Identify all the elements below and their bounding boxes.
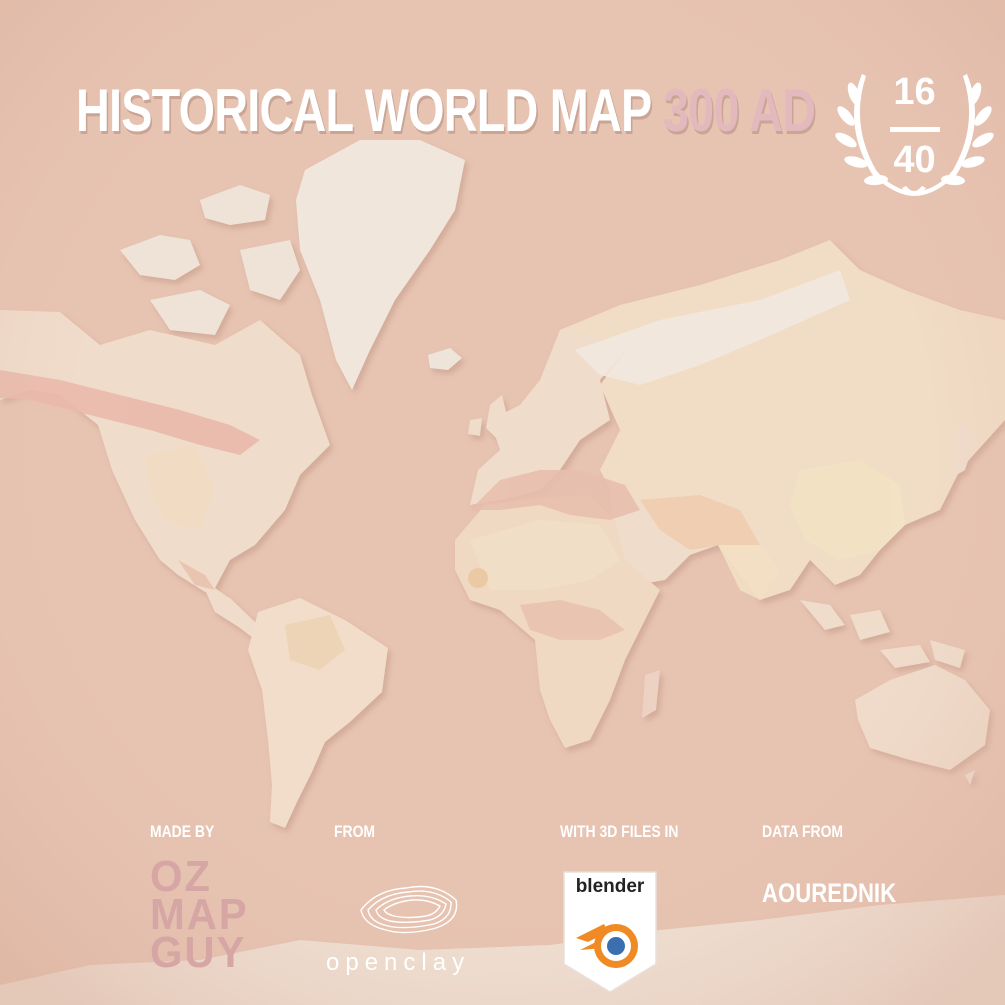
- blender-badge: blender: [560, 868, 660, 996]
- data-source-name: AOUREDNIK: [762, 878, 897, 908]
- data-label: DATA FROM: [762, 822, 844, 841]
- badge-current-number: 16: [893, 71, 936, 113]
- from-label: FROM: [334, 822, 376, 841]
- guy-line: GUY: [150, 928, 247, 977]
- badge-divider: [890, 127, 940, 132]
- map-poster: HISTORICAL WORLD MAP 300 AD 16 40 MADE B…: [0, 0, 1005, 1005]
- files-label: WITH 3D FILES IN: [560, 822, 679, 841]
- opencloy-wordmark: openclay: [326, 949, 471, 976]
- badge-total-number: 40: [893, 139, 936, 181]
- made-by-label: MADE BY: [150, 822, 215, 841]
- oz-map-guy-logo: OZ MAP GUY: [150, 855, 254, 977]
- map-counter-badge: 16 40: [832, 64, 997, 204]
- title-year: 300 AD: [662, 77, 816, 144]
- title-main: HISTORICAL WORLD MAP: [76, 77, 651, 144]
- blender-wordmark: blender: [575, 876, 645, 897]
- opencloy-logo-icon: [360, 885, 458, 934]
- page-title: HISTORICAL WORLD MAP 300 AD: [76, 76, 816, 146]
